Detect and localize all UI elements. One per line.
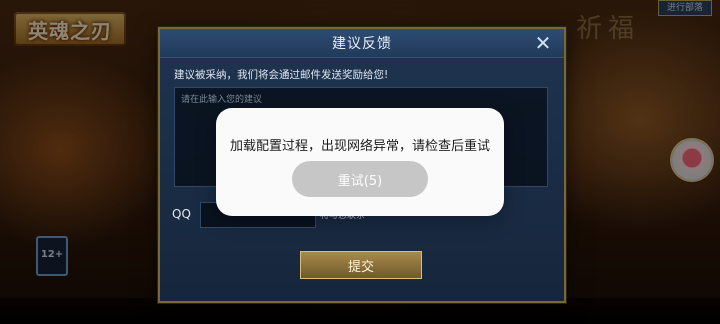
qq-label: QQ [172,207,191,221]
retry-button[interactable]: 重试(5) [292,161,428,197]
submit-button[interactable]: 提交 [300,251,422,279]
dialog-header: 建议反馈 [160,29,564,58]
feedback-notice: 建议被采纳，我们将会通过邮件发送奖励给您! [174,69,389,81]
network-error-alert: 加载配置过程，出现网络异常，请检查后重试 重试(5) [216,108,504,216]
close-icon[interactable]: ✕ [532,32,554,54]
dialog-title: 建议反馈 [332,36,392,52]
alert-message: 加载配置过程，出现网络异常，请检查后重试 [229,139,490,154]
